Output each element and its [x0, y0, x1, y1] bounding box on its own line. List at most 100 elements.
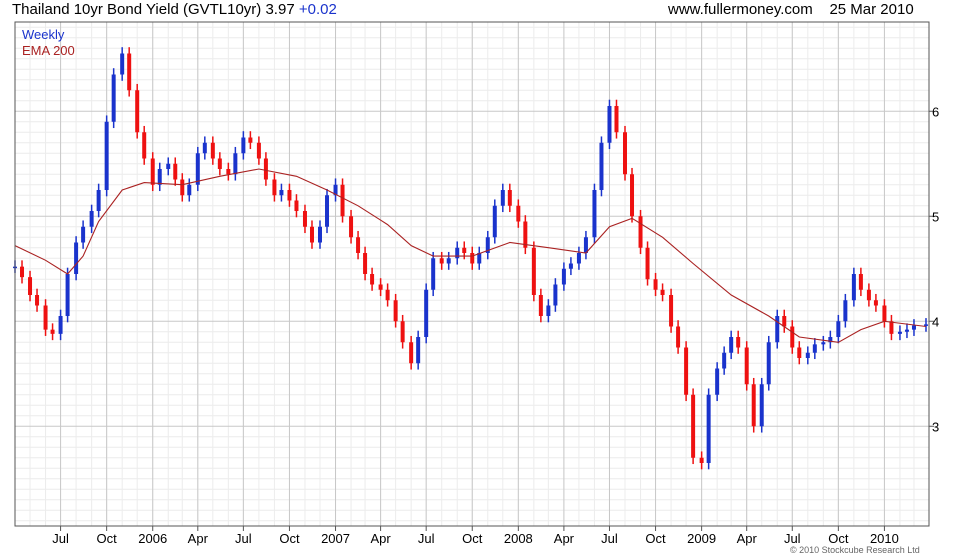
candle-body-up [279, 190, 284, 196]
candle-body-down [638, 216, 643, 248]
candle-body-up [202, 142, 207, 154]
candle-body-up [325, 195, 330, 227]
candle-body-down [248, 137, 253, 143]
candle-body-down [135, 90, 140, 133]
candle-body-down [538, 295, 543, 316]
candle-body-up [706, 394, 711, 463]
candle-body-down [873, 300, 878, 306]
x-tick-label: 2007 [321, 531, 350, 546]
candle-body-up [592, 190, 597, 238]
candle-body-down [409, 342, 414, 364]
candle-body-down [653, 279, 658, 290]
candle-body-down [751, 384, 756, 427]
x-tick-label: Jul [418, 531, 435, 546]
candle-body-up [553, 284, 558, 306]
candle-body-down [173, 163, 178, 180]
candle-body-up [775, 316, 780, 343]
candle-body-down [20, 266, 25, 278]
candle-body-up [911, 325, 916, 330]
candle-body-up [81, 226, 86, 243]
candle-body-up [576, 253, 581, 264]
candle-body-down [210, 142, 215, 159]
candle-body-down [263, 158, 268, 180]
candle-body-up [715, 368, 720, 395]
copyright-credit: © 2010 Stockcube Research Ltd [790, 545, 920, 555]
candle-body-down [623, 132, 628, 175]
candle-body-up [561, 268, 566, 285]
candle-body-up [851, 274, 856, 301]
candle-body-up [546, 305, 551, 316]
candle-body-down [349, 216, 354, 238]
candle-body-up [416, 337, 421, 364]
candle-body-up [759, 384, 764, 427]
candle-body-up [599, 142, 604, 190]
candle-body-down [790, 326, 795, 348]
candle-body-down [217, 158, 222, 169]
candle-body-down [363, 253, 368, 274]
candle-body-down [287, 190, 292, 201]
candle-body-up [812, 344, 817, 353]
candle-body-down [150, 158, 155, 185]
candle-body-down [378, 284, 383, 290]
candle-body-down [669, 295, 674, 327]
candle-body-up [233, 153, 238, 175]
candle-body-down [400, 321, 405, 343]
chart-root: Thailand 10yr Bond Yield (GVTL10yr) 3.97… [0, 0, 980, 560]
candle-body-up [58, 316, 63, 334]
candle-body-up [766, 342, 771, 385]
legend-weekly: Weekly [22, 27, 65, 42]
candle-body-down [614, 106, 619, 133]
candle-body-up [104, 121, 109, 190]
candle-body-up [89, 211, 94, 227]
candle-body-up [120, 53, 125, 75]
candle-body-down [531, 247, 536, 295]
candle-body-up [821, 342, 826, 345]
y-tick-label: 4 [932, 314, 939, 329]
candle-body-down [858, 274, 863, 290]
candle-body-up [96, 190, 101, 211]
candle-body-up [492, 205, 497, 238]
candle-body-down [256, 142, 261, 159]
x-tick-label: Oct [279, 531, 300, 546]
candle-body-down [797, 347, 802, 358]
x-tick-label: Oct [97, 531, 118, 546]
candle-body-down [385, 289, 390, 301]
x-tick-label: 2006 [138, 531, 167, 546]
candle-body-down [35, 295, 40, 306]
candle-body-up [74, 242, 79, 274]
candle-body-down [684, 347, 689, 395]
candle-body-down [340, 184, 345, 217]
x-tick-label: Jul [601, 531, 618, 546]
candle-body-up [446, 258, 451, 264]
candle-body-down [226, 169, 231, 175]
candle-body-down [370, 274, 375, 285]
x-tick-label: 2008 [504, 531, 533, 546]
candle-body-down [142, 132, 147, 159]
candle-body-down [645, 247, 650, 280]
y-tick-label: 3 [932, 419, 939, 434]
y-tick-label: 5 [932, 209, 939, 224]
candle-body-down [630, 174, 635, 217]
candle-body-up [568, 263, 573, 269]
x-tick-label: Jul [235, 531, 252, 546]
candle-body-down [50, 329, 55, 334]
candle-body-up [157, 169, 162, 185]
x-tick-label: Oct [462, 531, 483, 546]
candle-body-up [424, 289, 429, 337]
candle-body-down [889, 321, 894, 334]
x-tick-label: Jul [52, 531, 69, 546]
x-tick-label: Apr [737, 531, 758, 546]
candle-body-down [309, 226, 314, 243]
legend-ema: EMA 200 [22, 43, 75, 58]
candle-body-down [180, 179, 185, 196]
candle-body-up [111, 74, 116, 122]
candle-body-down [866, 289, 871, 301]
candle-body-down [470, 253, 475, 264]
candle-body-up [897, 331, 902, 334]
candle-body-down [462, 247, 467, 253]
candle-body-down [691, 394, 696, 458]
candle-body-up [607, 106, 612, 143]
candle-body-down [439, 258, 444, 264]
x-tick-label: Apr [188, 531, 209, 546]
candle-body-down [43, 305, 48, 330]
